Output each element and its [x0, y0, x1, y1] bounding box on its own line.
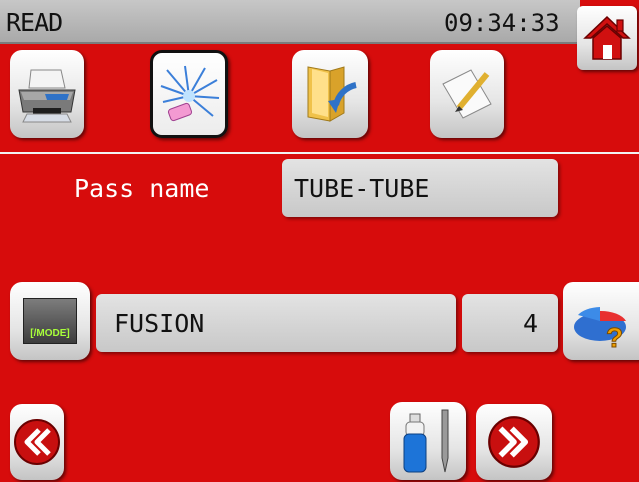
pass-name-label: Pass name: [74, 174, 210, 203]
mode-button[interactable]: [/MODE]: [10, 282, 90, 360]
prev-button[interactable]: [10, 404, 64, 480]
pass-name-value: TUBE-TUBE: [294, 173, 430, 203]
mode-indicator: READ: [6, 8, 63, 37]
help-button[interactable]: ?: [563, 282, 639, 360]
notepad-edit-icon: [442, 69, 492, 119]
folder-import-icon: [307, 66, 357, 122]
import-button[interactable]: [292, 50, 368, 138]
number-value: 4: [522, 308, 538, 338]
svg-text:?: ?: [606, 322, 623, 351]
printer-icon: [18, 69, 76, 123]
gas-button[interactable]: [390, 402, 466, 480]
mode-icon: [/MODE]: [23, 298, 77, 344]
next-button[interactable]: [476, 404, 552, 480]
print-button[interactable]: [10, 50, 84, 138]
number-field[interactable]: 4: [462, 294, 558, 352]
home-button[interactable]: [577, 6, 637, 70]
edit-button[interactable]: [430, 50, 504, 138]
gas-electrode-icon: [403, 409, 449, 473]
status-bar: READ 09:34:33: [0, 0, 580, 44]
mode-value: FUSION: [114, 308, 205, 338]
mode-field[interactable]: FUSION: [96, 294, 456, 352]
help-chart-icon: ?: [574, 307, 626, 351]
welding-button[interactable]: [150, 50, 228, 138]
mode-button-text: [/MODE]: [30, 328, 70, 339]
divider: [0, 152, 639, 154]
pass-name-field[interactable]: TUBE-TUBE: [282, 159, 558, 217]
home-icon: [583, 15, 631, 60]
double-chevron-left-icon: [14, 419, 60, 465]
double-chevron-right-icon: [488, 416, 540, 468]
welding-spark-icon: [160, 65, 220, 122]
clock: 09:34:33: [444, 9, 560, 37]
